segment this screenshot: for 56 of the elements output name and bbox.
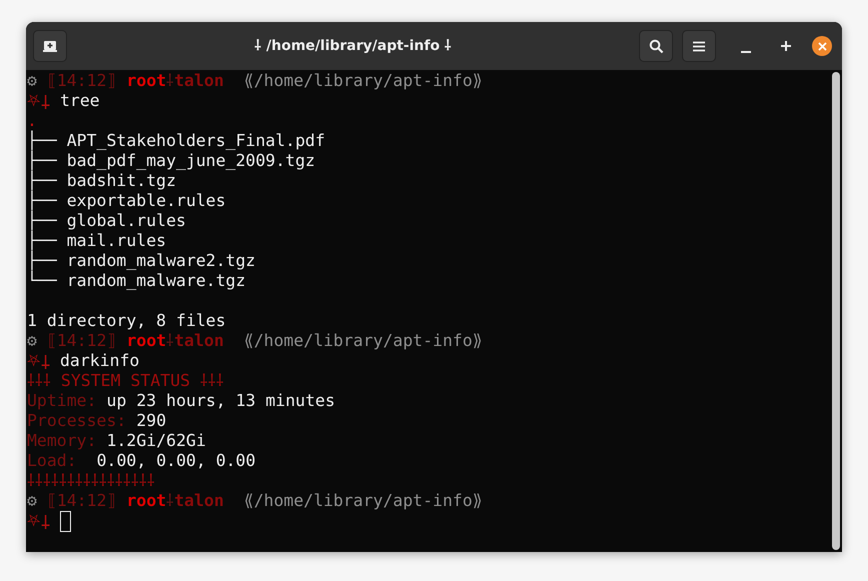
status-heading: ⸸⸸⸸⸸⸸⸸⸸⸸⸸⸸⸸⸸⸸⸸⸸⸸: [27, 471, 155, 491]
status-heading: ⸸⸸⸸ SYSTEM STATUS ⸸⸸⸸: [27, 371, 224, 391]
gear-glyph: ⚙: [27, 491, 37, 511]
close-icon: [818, 42, 826, 50]
gear-glyph: ⚙: [27, 71, 37, 91]
status-label: Memory:: [27, 431, 97, 451]
menu-icon: [693, 40, 705, 52]
prompt-glyph: ⛧⸸: [27, 91, 50, 111]
time-label: ⟦14:12⟧: [46, 491, 116, 511]
tree-entry: ├── APT_Stakeholders_Final.pdf: [27, 131, 326, 150]
output-text: 290: [136, 411, 166, 431]
tree-root: .: [27, 111, 37, 130]
current-path: ⟪/home/library/apt-info⟫: [244, 331, 482, 351]
prompt-glyph: ⛧⸸: [27, 351, 50, 371]
user-name: root: [126, 71, 166, 91]
host-name: talon: [174, 331, 224, 351]
status-label: Uptime:: [27, 391, 97, 411]
tree-entry: ├── global.rules: [27, 211, 186, 230]
output-text: 1 directory, 8 files: [27, 311, 226, 331]
new-tab-button[interactable]: [33, 30, 67, 62]
window-title: ⸸ /home/library/apt-info ⸸: [253, 36, 453, 56]
command-text: tree: [60, 91, 100, 111]
output-text: 1.2Gi/62Gi: [106, 431, 206, 451]
time-label: ⟦14:12⟧: [46, 331, 116, 351]
tree-entry: ├── badshit.tgz: [27, 171, 176, 190]
user-name: root: [126, 491, 166, 511]
output-text: up 23 hours, 13 minutes: [106, 391, 336, 411]
tree-entry: ├── mail.rules: [27, 231, 166, 250]
tree-entry: ├── exportable.rules: [27, 191, 226, 210]
output-text: 0.00, 0.00, 0.00: [96, 451, 256, 471]
status-label: Processes:: [27, 411, 126, 431]
tree-entry: └── random_malware.tgz: [27, 271, 246, 291]
separator-glyph: ⸸: [166, 331, 174, 351]
text-cursor: [60, 510, 71, 532]
tree-entry: ├── bad_pdf_may_june_2009.tgz: [27, 151, 316, 170]
current-path: ⟪/home/library/apt-info⟫: [244, 491, 482, 511]
command-text: darkinfo: [60, 351, 140, 371]
time-label: ⟦14:12⟧: [46, 71, 116, 91]
scrollbar-thumb[interactable]: [832, 72, 840, 550]
tree-entry: ├── random_malware2.tgz: [27, 251, 256, 270]
status-label: Load:: [27, 451, 78, 471]
plus-icon: [781, 41, 791, 51]
host-name: talon: [174, 491, 224, 511]
prompt-glyph: ⛧⸸: [27, 511, 50, 531]
new-tab-icon: [43, 39, 57, 53]
close-button[interactable]: [812, 36, 832, 56]
separator-glyph: ⸸: [166, 71, 174, 91]
search-button[interactable]: [639, 30, 673, 62]
gear-glyph: ⚙: [27, 331, 37, 351]
current-path: ⟪/home/library/apt-info⟫: [244, 71, 482, 91]
host-name: talon: [174, 71, 224, 91]
minimize-icon: [741, 51, 751, 53]
user-name: root: [126, 331, 166, 351]
menu-button[interactable]: [682, 30, 716, 62]
separator-glyph: ⸸: [166, 491, 174, 511]
search-icon: [648, 38, 664, 54]
